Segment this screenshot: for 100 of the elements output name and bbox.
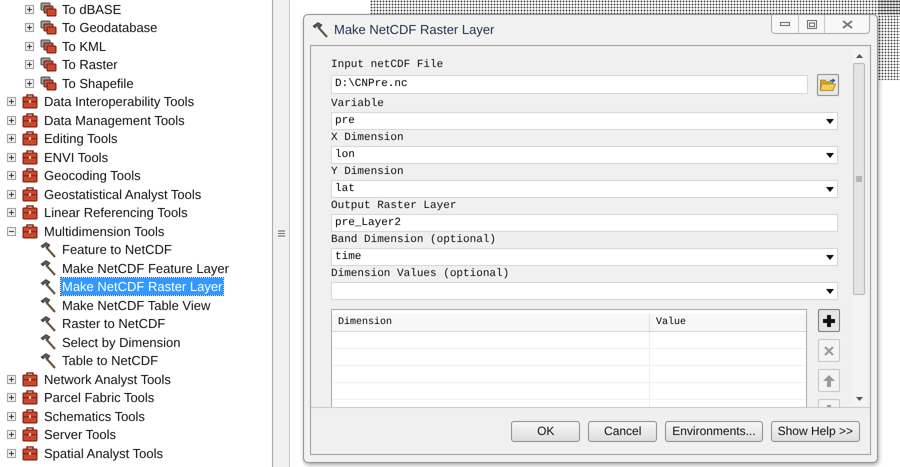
hammer-icon: [40, 297, 57, 314]
hammer-icon: [40, 352, 57, 369]
dropdown-arrow-icon: [826, 254, 834, 260]
dropdown-field[interactable]: pre: [331, 112, 838, 130]
field-label: Output Raster Layer: [331, 199, 458, 214]
dropdown-arrow-icon: [826, 186, 834, 192]
tree-item[interactable]: Make NetCDF Table View: [61, 296, 212, 314]
hammer-icon: [40, 316, 57, 332]
tree-item[interactable]: ENVI Tools: [43, 148, 110, 166]
toolbox-icon: [22, 446, 38, 461]
dialog-button[interactable]: Show Help >>: [770, 420, 860, 442]
dropdown-arrow-icon: [826, 118, 834, 124]
expand-icon[interactable]: [7, 412, 16, 421]
dialog-button[interactable]: Cancel: [588, 420, 658, 442]
browse-button[interactable]: [817, 74, 839, 96]
toolbox-icon: [22, 131, 38, 146]
expand-icon[interactable]: [7, 171, 16, 180]
tree-item[interactable]: Spatial Analyst Tools: [43, 444, 164, 462]
toolbox-icon: [22, 186, 38, 202]
tree-item[interactable]: To Shapefile: [61, 74, 135, 92]
scroll-down-icon: [856, 397, 862, 401]
hammer-icon: [40, 334, 57, 350]
expand-icon[interactable]: [7, 393, 16, 402]
column-header[interactable]: Dimension: [332, 314, 650, 331]
text-field[interactable]: pre_Layer2: [331, 214, 838, 232]
tree-item[interactable]: Schematics Tools: [43, 408, 146, 425]
toolbox-icon: [22, 112, 38, 128]
hammer-icon: [312, 22, 329, 38]
field-label: Variable: [331, 97, 385, 112]
expand-icon[interactable]: [25, 78, 34, 88]
scrollbar-thumb[interactable]: [853, 63, 865, 295]
tree-item[interactable]: Feature to NetCDF: [61, 241, 173, 258]
tree-item[interactable]: Linear Referencing Tools: [43, 204, 189, 222]
expand-icon[interactable]: [7, 374, 16, 384]
tree-item[interactable]: Editing Tools: [43, 130, 118, 148]
collapse-icon[interactable]: [7, 226, 16, 236]
folder-icon: [820, 78, 836, 91]
expand-icon[interactable]: [25, 60, 34, 70]
scroll-up-icon: [856, 54, 862, 58]
add-row-button[interactable]: [818, 309, 840, 332]
expand-icon[interactable]: [7, 116, 16, 125]
field-label: Y Dimension: [331, 165, 405, 180]
dropdown-arrow-icon: [826, 288, 834, 294]
toolbox-icon: [22, 372, 38, 387]
minimize-icon: [780, 22, 790, 26]
tree-item[interactable]: To dBASE: [61, 0, 122, 18]
expand-icon[interactable]: [25, 4, 34, 14]
tree-item[interactable]: Make NetCDF Feature Layer: [61, 260, 230, 277]
dialog-button[interactable]: Environments...: [665, 420, 763, 442]
tree-item[interactable]: Data Interoperability Tools: [43, 93, 196, 110]
tree-item[interactable]: Multidimension Tools: [43, 222, 166, 240]
toolbox-icon: [22, 427, 38, 442]
hammer-icon: [40, 242, 57, 258]
expand-icon[interactable]: [7, 208, 16, 218]
expand-icon[interactable]: [25, 23, 34, 32]
dropdown-field[interactable]: lat: [331, 180, 838, 198]
dropdown-field[interactable]: time: [331, 248, 838, 266]
tree-item[interactable]: To Geodatabase: [61, 19, 158, 36]
hammer-icon: [40, 260, 57, 276]
column-header[interactable]: Value: [650, 314, 806, 331]
expand-icon[interactable]: [25, 42, 34, 51]
close-icon: [822, 344, 836, 358]
hammer-icon: [40, 278, 57, 295]
tree-item[interactable]: Network Analyst Tools: [43, 370, 172, 388]
toolbox-icon: [22, 224, 38, 239]
plus-icon: [822, 314, 836, 328]
expand-icon[interactable]: [7, 152, 16, 162]
vertical-scrollbar[interactable]: [852, 49, 866, 405]
toolset-icon: [40, 57, 57, 72]
expand-icon[interactable]: [7, 97, 16, 106]
tree-item[interactable]: Geostatistical Analyst Tools: [43, 186, 202, 203]
tree-item[interactable]: Raster to NetCDF: [61, 315, 166, 332]
maximize-icon: [806, 20, 816, 28]
tree-item[interactable]: To KML: [61, 38, 108, 55]
tree-item[interactable]: Data Management Tools: [43, 112, 186, 129]
toolset-icon: [40, 20, 57, 36]
grip-icon: [278, 230, 284, 237]
dropdown-field[interactable]: lon: [331, 146, 838, 164]
tree-item[interactable]: Server Tools: [43, 426, 118, 444]
grip-icon: [856, 176, 862, 182]
tree-item[interactable]: To Raster: [61, 56, 119, 74]
toolbox-icon: [22, 408, 38, 424]
tree-item[interactable]: Parcel Fabric Tools: [43, 389, 156, 406]
field-label: X Dimension: [331, 131, 405, 146]
toolbox-icon: [22, 168, 38, 184]
dialog-button[interactable]: OK: [511, 420, 580, 442]
toolbox-icon: [22, 205, 38, 220]
expand-icon[interactable]: [7, 134, 16, 144]
tree-item[interactable]: Table to NetCDF: [61, 352, 160, 370]
expand-icon[interactable]: [7, 190, 16, 199]
tree-item[interactable]: Geocoding Tools: [43, 167, 142, 184]
file-path-field[interactable]: D:\CNPre.nc: [331, 75, 808, 94]
expand-icon[interactable]: [7, 430, 16, 440]
field-label: Band Dimension (optional): [331, 233, 498, 248]
window-title: Make NetCDF Raster Layer: [334, 21, 494, 40]
toolset-icon: [40, 38, 57, 54]
expand-icon[interactable]: [7, 448, 16, 458]
toolset-icon: [40, 76, 57, 91]
tree-item[interactable]: Select by Dimension: [61, 334, 182, 351]
toolbox-icon: [22, 94, 38, 110]
